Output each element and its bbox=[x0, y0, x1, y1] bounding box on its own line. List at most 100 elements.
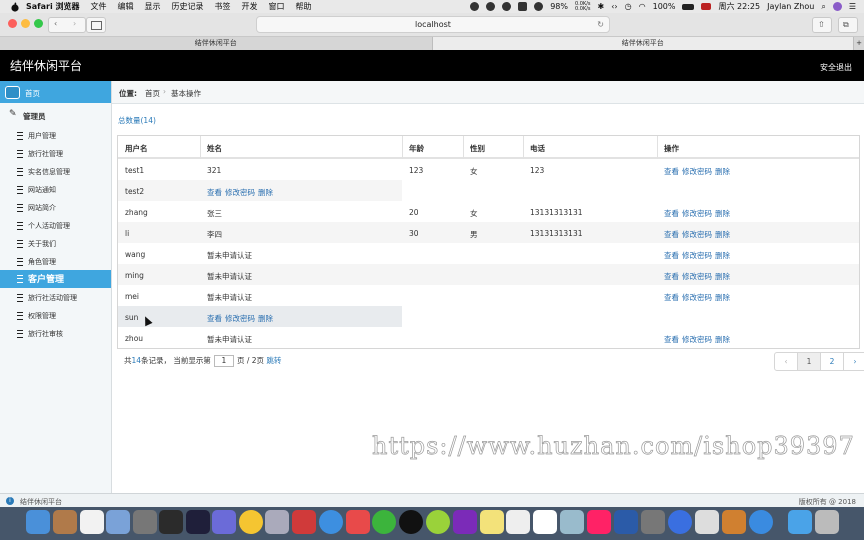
menu-help[interactable]: 帮助 bbox=[296, 1, 312, 12]
sidebar-item-customer-management[interactable]: 客户管理 bbox=[0, 270, 111, 288]
header-actions[interactable]: 操作 bbox=[664, 143, 679, 154]
breadcrumb-home[interactable]: 首页 bbox=[145, 88, 160, 99]
view-link[interactable]: 查看 bbox=[664, 209, 679, 218]
sidebar-item-agency-activity[interactable]: 旅行社活动管理 bbox=[0, 289, 111, 305]
flag-icon[interactable] bbox=[701, 3, 712, 10]
battery-circle-icon[interactable] bbox=[534, 2, 544, 11]
prev-page-button[interactable]: ‹ bbox=[775, 353, 798, 370]
view-link[interactable]: 查看 bbox=[664, 251, 679, 260]
qq-icon[interactable] bbox=[399, 510, 423, 534]
close-window-button[interactable] bbox=[8, 19, 17, 28]
wechat-dock-icon[interactable] bbox=[372, 510, 396, 534]
change-password-link[interactable]: 修改密码 bbox=[225, 188, 255, 197]
pycharm-icon[interactable] bbox=[159, 510, 183, 534]
sidebar-item-site-notice[interactable]: 网站通知 bbox=[0, 181, 111, 197]
wifi-icon[interactable]: ◠ bbox=[639, 2, 646, 11]
intellij-icon[interactable] bbox=[186, 510, 210, 534]
view-link[interactable]: 查看 bbox=[664, 167, 679, 176]
change-password-link[interactable]: 修改密码 bbox=[682, 272, 712, 281]
tab-1[interactable]: 结伴休闲平台 bbox=[0, 37, 433, 50]
menu-develop[interactable]: 开发 bbox=[242, 1, 258, 12]
sidebar-item-agency-management[interactable]: 旅行社管理 bbox=[0, 145, 111, 161]
trash-icon[interactable] bbox=[815, 510, 839, 534]
view-link[interactable]: 查看 bbox=[664, 230, 679, 239]
view-link[interactable]: 查看 bbox=[207, 314, 222, 323]
change-password-link[interactable]: 修改密码 bbox=[682, 209, 712, 218]
menu-view[interactable]: 显示 bbox=[145, 1, 161, 12]
sidebar-item-about-us[interactable]: 关于我们 bbox=[0, 235, 111, 251]
logout-link[interactable]: 安全退出 bbox=[820, 62, 852, 73]
sidebar-item-agency-review[interactable]: 旅行社审核 bbox=[0, 325, 111, 341]
sidebar-item-user-management[interactable]: 用户管理 bbox=[0, 127, 111, 143]
back-forward-buttons[interactable]: ‹ › bbox=[48, 17, 86, 33]
siri-icon[interactable] bbox=[832, 2, 842, 11]
header-age[interactable]: 年龄 bbox=[409, 143, 424, 154]
change-password-link[interactable]: 修改密码 bbox=[682, 251, 712, 260]
sidebar-toggle-button[interactable] bbox=[86, 17, 106, 33]
view-link[interactable]: 查看 bbox=[664, 335, 679, 344]
code-icon[interactable]: ‹› bbox=[611, 2, 617, 11]
calendar-icon[interactable] bbox=[533, 510, 557, 534]
user-name[interactable]: Jaylan Zhou bbox=[767, 2, 814, 11]
launchpad-icon[interactable] bbox=[133, 510, 157, 534]
next-page-button[interactable]: › bbox=[844, 353, 864, 370]
menu-file[interactable]: 文件 bbox=[91, 1, 107, 12]
change-password-link[interactable]: 修改密码 bbox=[225, 314, 255, 323]
cloud-icon[interactable] bbox=[502, 2, 512, 11]
eclipse-icon[interactable] bbox=[212, 510, 236, 534]
sidebar-admin-section[interactable]: ✎ 管理员 bbox=[0, 107, 111, 123]
delete-link[interactable]: 删除 bbox=[715, 230, 730, 239]
header-gender[interactable]: 性别 bbox=[470, 143, 485, 154]
view-link[interactable]: 查看 bbox=[664, 293, 679, 302]
sidebar-item-personal-activity[interactable]: 个人活动管理 bbox=[0, 217, 111, 233]
notification-center-icon[interactable]: ☰ bbox=[849, 2, 856, 11]
sidebar-item-realname-management[interactable]: 实名信息管理 bbox=[0, 163, 111, 179]
finder-icon[interactable] bbox=[26, 510, 50, 534]
change-password-link[interactable]: 修改密码 bbox=[682, 230, 712, 239]
preview-icon[interactable] bbox=[106, 510, 130, 534]
apple-icon[interactable] bbox=[10, 2, 20, 12]
delete-link[interactable]: 删除 bbox=[715, 335, 730, 344]
zoom-window-button[interactable] bbox=[34, 19, 43, 28]
notes-icon[interactable] bbox=[53, 510, 77, 534]
database-icon[interactable] bbox=[265, 510, 289, 534]
sidebar-home[interactable]: 首页 bbox=[0, 81, 111, 103]
bell-icon[interactable] bbox=[518, 2, 528, 11]
delete-link[interactable]: 删除 bbox=[715, 251, 730, 260]
tab-overview-button[interactable]: ⧉ bbox=[838, 17, 858, 33]
quicktime-icon[interactable] bbox=[749, 510, 773, 534]
address-bar[interactable]: localhost ↻ bbox=[256, 16, 610, 33]
sidebar-item-site-intro[interactable]: 网站简介 bbox=[0, 199, 111, 215]
delete-link[interactable]: 删除 bbox=[715, 209, 730, 218]
lime-icon[interactable] bbox=[426, 510, 450, 534]
baidu-icon[interactable] bbox=[668, 510, 692, 534]
change-password-link[interactable]: 修改密码 bbox=[682, 335, 712, 344]
reload-icon[interactable]: ↻ bbox=[597, 17, 604, 32]
page-input[interactable]: 1 bbox=[213, 355, 234, 367]
menu-bookmarks[interactable]: 书签 bbox=[215, 1, 231, 12]
menu-history[interactable]: 历史记录 bbox=[172, 1, 204, 12]
textedit-icon[interactable] bbox=[695, 510, 719, 534]
sidebar-item-permission-management[interactable]: 权限管理 bbox=[0, 307, 111, 323]
sublime-icon[interactable] bbox=[722, 510, 746, 534]
view-link[interactable]: 查看 bbox=[207, 188, 222, 197]
delete-link[interactable]: 删除 bbox=[715, 293, 730, 302]
jump-link[interactable]: 跳转 bbox=[266, 356, 281, 365]
new-tab-button[interactable]: + bbox=[854, 37, 864, 50]
bluetooth-icon[interactable]: ✱ bbox=[598, 2, 605, 11]
status-icon[interactable] bbox=[470, 2, 480, 11]
battery-icon[interactable] bbox=[682, 3, 695, 10]
menu-edit[interactable]: 编辑 bbox=[118, 1, 134, 12]
settings-icon[interactable] bbox=[641, 510, 665, 534]
sidebar-item-role-management[interactable]: 角色管理 bbox=[0, 253, 111, 269]
header-username[interactable]: 用户名 bbox=[125, 143, 148, 154]
tab-2[interactable]: 结伴休闲平台 bbox=[432, 37, 855, 50]
minimize-window-button[interactable] bbox=[21, 19, 30, 28]
view-link[interactable]: 查看 bbox=[664, 272, 679, 281]
menu-safari[interactable]: Safari 浏览器 bbox=[26, 1, 80, 12]
change-password-link[interactable]: 修改密码 bbox=[682, 167, 712, 176]
music-icon[interactable] bbox=[587, 510, 611, 534]
photos-icon[interactable] bbox=[80, 510, 104, 534]
change-password-link[interactable]: 修改密码 bbox=[682, 293, 712, 302]
page-1-button[interactable]: 1 bbox=[798, 353, 821, 370]
